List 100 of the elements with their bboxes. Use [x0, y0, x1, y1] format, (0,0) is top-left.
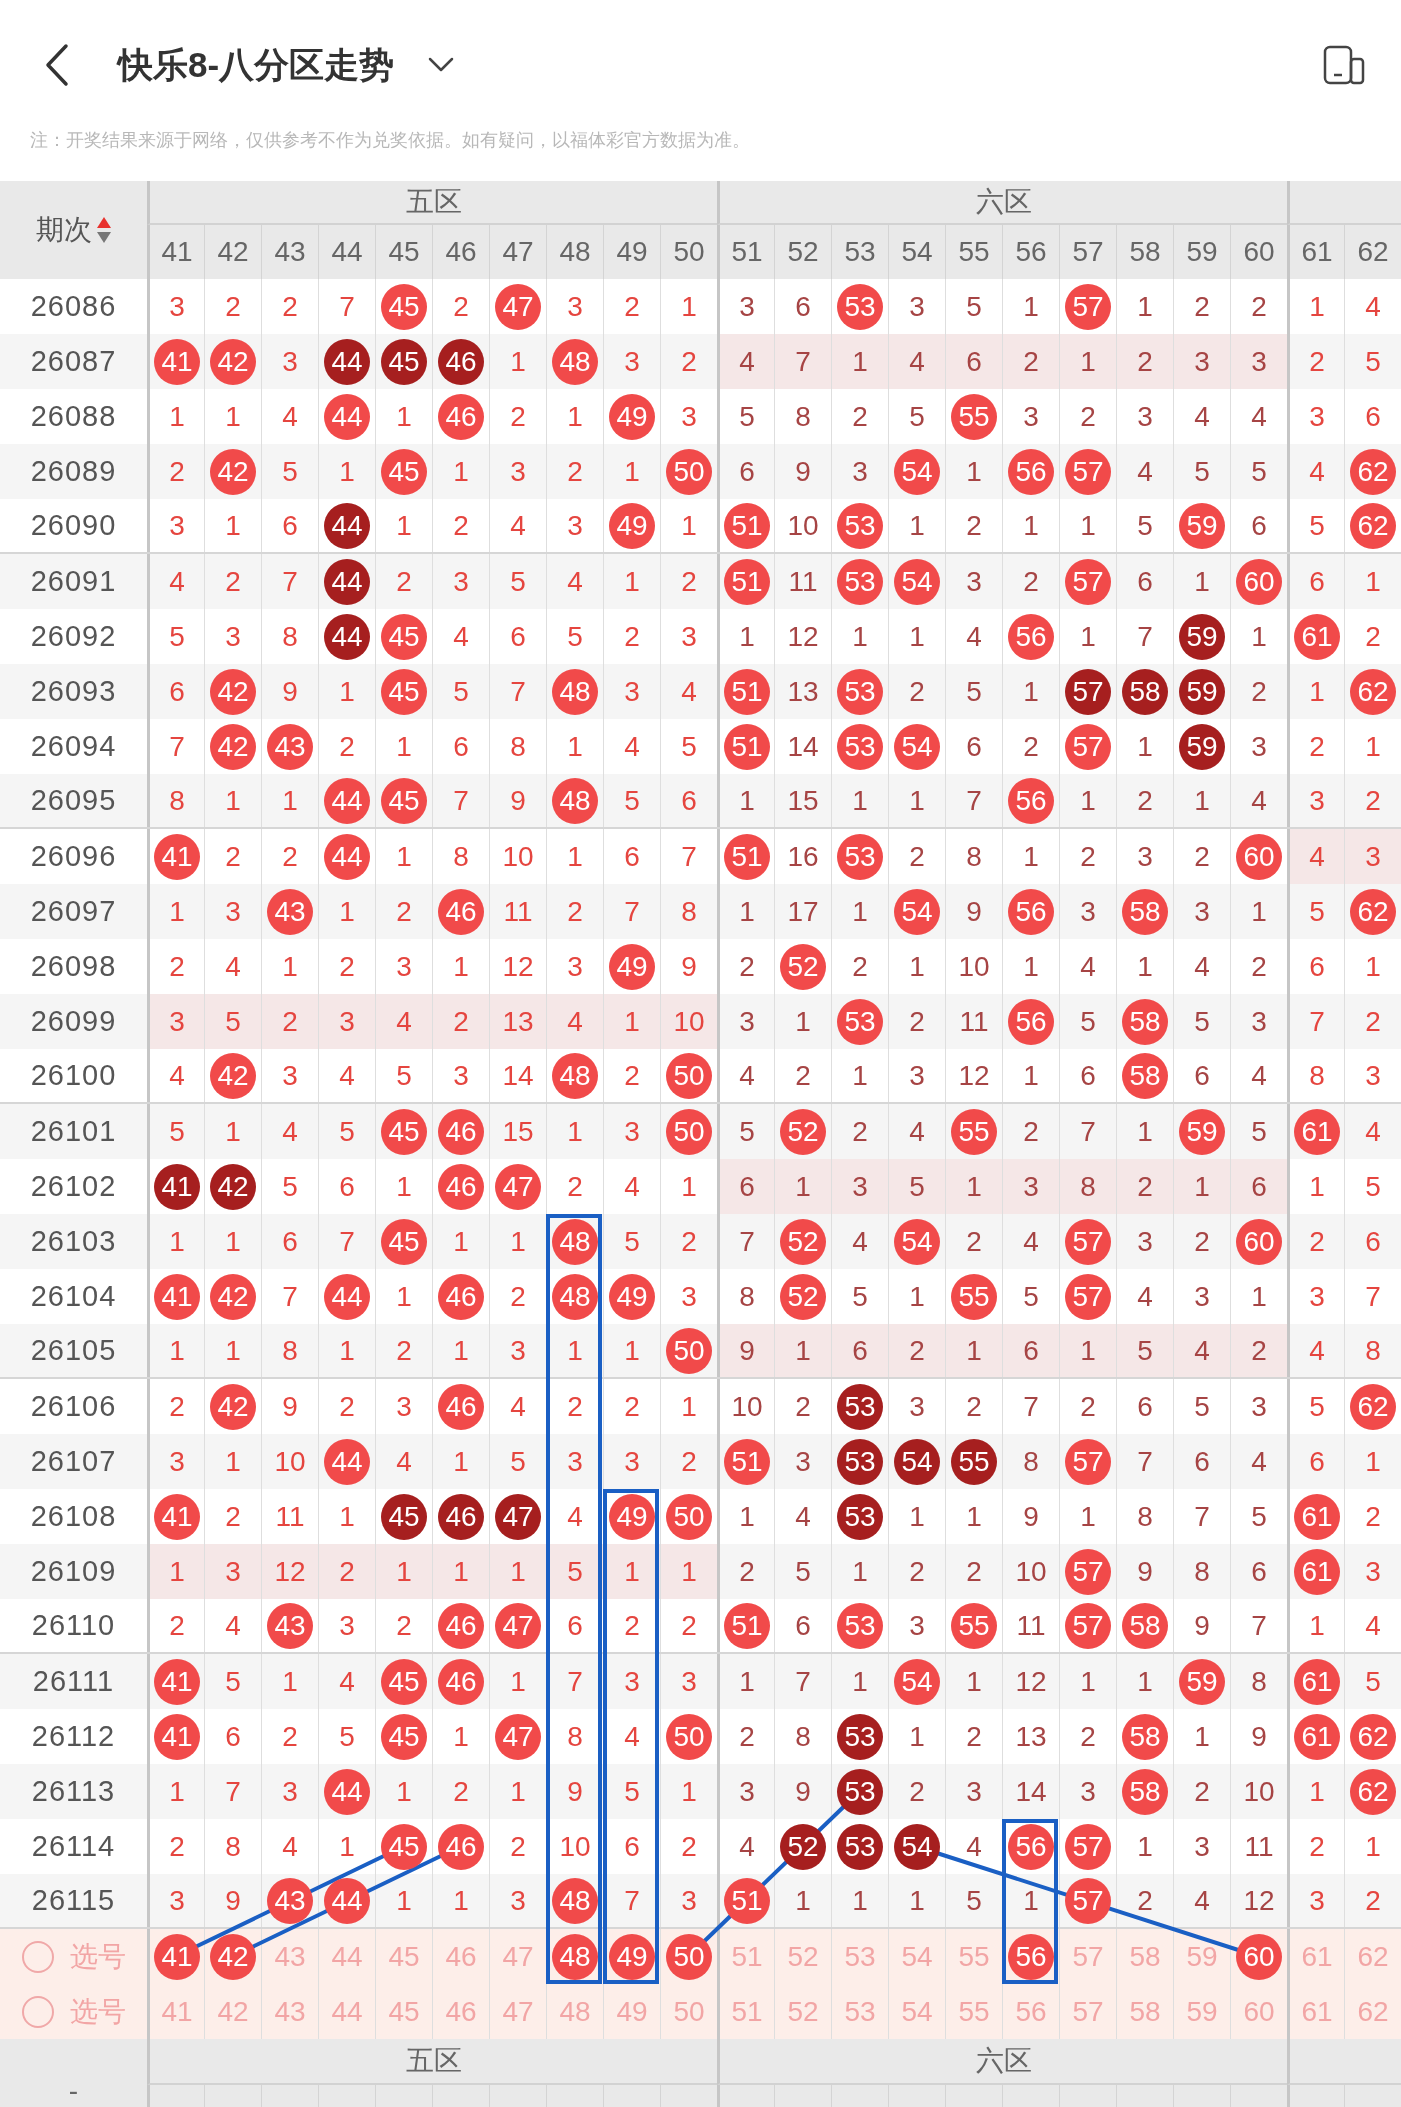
number-option[interactable]: 61	[1301, 1940, 1333, 1973]
number-option[interactable]: 49	[616, 1995, 648, 2028]
number-ball[interactable]: 50	[666, 1933, 712, 1980]
table-cell: 6	[567, 1609, 583, 1642]
back-icon[interactable]	[44, 43, 70, 87]
table-cell: 4	[795, 1500, 811, 1533]
number-option[interactable]: 47	[502, 1940, 534, 1973]
number-option[interactable]: 43	[274, 1940, 306, 1973]
number-option[interactable]: 56	[1015, 1995, 1047, 2028]
number-ball: 50	[666, 1713, 712, 1760]
number-ball: 49	[609, 393, 655, 440]
table-cell: 5	[624, 1225, 640, 1258]
number-option[interactable]: 57	[1072, 1940, 1104, 1973]
number-option[interactable]: 62	[1357, 1940, 1389, 1973]
number-ball[interactable]: 56	[1008, 1933, 1054, 1980]
number-option[interactable]: 61	[1301, 1995, 1333, 2028]
number-option[interactable]: 55	[958, 1940, 990, 1973]
number-option[interactable]: 59	[1186, 1940, 1218, 1973]
table-cell: 9	[567, 1775, 583, 1808]
table-cell: 2	[453, 1005, 469, 1038]
number-ball[interactable]: 48	[552, 1933, 598, 1980]
number-option[interactable]: 58	[1129, 1995, 1161, 2028]
number-option[interactable]: 46	[445, 1995, 477, 2028]
radio-button[interactable]	[21, 1940, 54, 1973]
number-option[interactable]: 53	[844, 1995, 876, 2028]
number-option[interactable]: 51	[731, 1940, 763, 1973]
number-option[interactable]: 52	[787, 1940, 819, 1973]
number-ball[interactable]: 41	[154, 1933, 200, 1980]
number-option[interactable]: 47	[502, 1995, 534, 2028]
table-cell: 1	[567, 730, 583, 763]
number-ball: 44	[324, 833, 370, 880]
number-ball: 58	[1122, 888, 1168, 935]
sort-icon[interactable]	[95, 216, 112, 244]
table-cell: 1	[909, 509, 925, 542]
number-option[interactable]: 48	[559, 1995, 591, 2028]
number-ball[interactable]: 42	[210, 1933, 256, 1980]
number-option[interactable]: 57	[1072, 1995, 1104, 2028]
number-ball: 56	[1008, 613, 1054, 660]
table-cell: 4	[739, 1059, 755, 1092]
number-option[interactable]: 51	[731, 1995, 763, 2028]
number-ball: 42	[210, 1163, 256, 1210]
number-option[interactable]: 46	[445, 1940, 477, 1973]
number-option[interactable]: 42	[217, 1995, 249, 2028]
number-ball: 54	[894, 1218, 940, 1265]
number-ball: 51	[724, 1877, 770, 1924]
table-cell: 7	[282, 565, 298, 598]
number-ball: 56	[1008, 888, 1054, 935]
number-ball: 46	[438, 1273, 484, 1320]
table-cell: 1	[396, 1170, 412, 1203]
number-option[interactable]: 43	[274, 1995, 306, 2028]
period-cell-text: 26104	[29, 1279, 118, 1314]
radio-button[interactable]	[21, 1995, 54, 2028]
table-cell: 5	[739, 1115, 755, 1148]
table-cell: 4	[1251, 1059, 1267, 1092]
table-cell: 2	[1194, 290, 1210, 323]
number-ball[interactable]: 60	[1236, 1933, 1282, 1980]
period-cell-text: 26101	[29, 1114, 118, 1149]
table-cell: 2	[1251, 675, 1267, 708]
caret-icon[interactable]	[428, 57, 455, 73]
table-cell: 1	[225, 1334, 241, 1367]
number-option[interactable]: 58	[1129, 1940, 1161, 1973]
number-option[interactable]: 62	[1357, 1995, 1389, 2028]
number-option[interactable]: 45	[388, 1995, 420, 2028]
number-option[interactable]: 54	[901, 1995, 933, 2028]
table-cell: 1	[453, 1884, 469, 1917]
number-option[interactable]: 41	[161, 1995, 193, 2028]
number-option[interactable]: 60	[1243, 1995, 1275, 2028]
table-cell: 2	[1080, 400, 1096, 433]
table-cell: 8	[453, 840, 469, 873]
number-ball[interactable]: 49	[609, 1933, 655, 1980]
period-cell-text: 26109	[29, 1554, 118, 1589]
number-ball: 51	[724, 668, 770, 715]
table-cell: 4	[169, 565, 185, 598]
number-option[interactable]: 44	[331, 1940, 363, 1973]
number-option[interactable]: 59	[1186, 1995, 1218, 2028]
number-option[interactable]: 50	[673, 1995, 705, 2028]
device-icon[interactable]	[1323, 45, 1365, 85]
table-cell: 6	[795, 1609, 811, 1642]
number-ball: 45	[381, 1108, 427, 1155]
table-cell: 2	[282, 840, 298, 873]
table-cell: 1	[852, 620, 868, 653]
number-ball: 57	[1065, 1273, 1111, 1320]
number-option[interactable]: 54	[901, 1940, 933, 1973]
number-option[interactable]: 53	[844, 1940, 876, 1973]
table-cell: 1	[567, 840, 583, 873]
table-cell: 1	[1023, 675, 1039, 708]
number-option[interactable]: 55	[958, 1995, 990, 2028]
number-option[interactable]: 45	[388, 1940, 420, 1973]
table-cell: 2	[1194, 1225, 1210, 1258]
number-ball: 58	[1122, 1602, 1168, 1649]
number-ball: 46	[438, 888, 484, 935]
table-cell: 8	[510, 730, 526, 763]
number-option[interactable]: 52	[787, 1995, 819, 2028]
table-cell: 3	[1309, 784, 1325, 817]
period-cell-text: 26102	[29, 1169, 118, 1204]
table-cell: 3	[169, 1884, 185, 1917]
table-cell: 1	[795, 1005, 811, 1038]
table-cell: 5	[282, 1170, 298, 1203]
number-option[interactable]: 44	[331, 1995, 363, 2028]
table-cell: 4	[1080, 950, 1096, 983]
